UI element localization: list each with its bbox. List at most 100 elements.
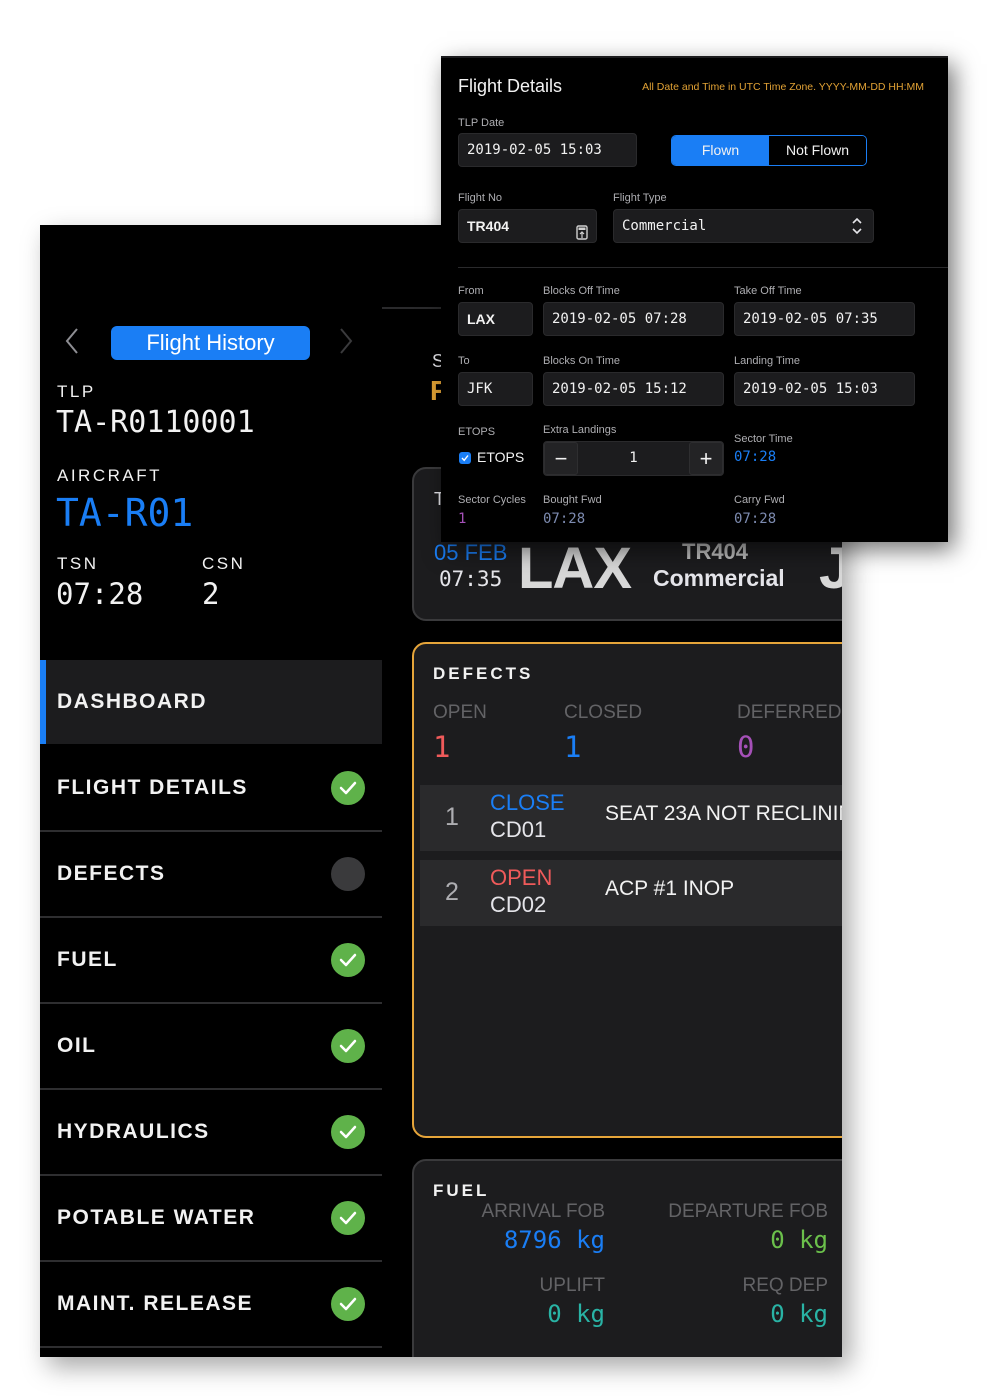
blocks-off-value: 2019-02-05 07:28	[552, 311, 687, 327]
from-value: LAX	[467, 311, 495, 327]
defect-status: OPEN	[490, 865, 553, 890]
to-value: JFK	[467, 381, 493, 397]
uplift-label: UPLIFT	[539, 1275, 605, 1296]
chevron-left-icon	[65, 328, 78, 354]
from-label: From	[458, 285, 484, 297]
deferred-label: DEFERRED	[737, 702, 842, 723]
chevron-up-down-icon	[851, 216, 863, 248]
fuel-card[interactable]: FUEL ARRIVAL FOB 8796 kg DEPARTURE FOB 0…	[412, 1159, 842, 1357]
etops-checkbox-label[interactable]: ETOPS	[477, 449, 524, 465]
check-circle-icon	[331, 771, 365, 805]
defect-row[interactable]: 1 CLOSE CD01 SEAT 23A NOT RECLINING	[420, 785, 842, 851]
flight-history-button[interactable]: Flight History	[111, 326, 310, 360]
defect-description: ACP #1 INOP	[605, 877, 735, 900]
sidebar-item-defects[interactable]: DEFECTS	[40, 832, 382, 918]
tlp-label: TLP	[57, 382, 96, 401]
tlp-date-value: 2019-02-05 15:03	[467, 142, 602, 158]
blocks-on-value: 2019-02-05 15:12	[552, 381, 687, 397]
departure-fob-label: DEPARTURE FOB	[668, 1201, 828, 1222]
flight-number: TR404	[682, 539, 749, 564]
flight-no-input[interactable]: TR404	[458, 209, 597, 243]
tsn-label: TSN	[57, 554, 99, 573]
sidebar-item-maint-release[interactable]: MAINT. RELEASE	[40, 1262, 382, 1348]
landing-input[interactable]: 2019-02-05 15:03	[734, 372, 915, 406]
defect-status: CLOSE	[490, 790, 565, 815]
bought-fwd-value: 07:28	[543, 511, 586, 527]
extra-landings-value[interactable]: 1	[578, 442, 689, 475]
req-dep-label: REQ DEP	[742, 1275, 828, 1296]
sidebar-item-label: OIL	[57, 1034, 97, 1057]
keypad-icon[interactable]	[576, 219, 588, 251]
take-off-label: Take Off Time	[734, 285, 802, 297]
flight-type-label: Flight Type	[613, 192, 667, 204]
timezone-note: All Date and Time in UTC Time Zone. YYYY…	[642, 81, 924, 93]
take-off-input[interactable]: 2019-02-05 07:35	[734, 302, 915, 336]
defects-title: DEFECTS	[433, 664, 534, 683]
flown-option[interactable]: Flown	[672, 136, 769, 165]
flight-type-select[interactable]: Commercial	[613, 209, 874, 243]
next-flight-button[interactable]	[338, 327, 358, 357]
sidebar-item-flight-details[interactable]: FLIGHT DETAILS	[40, 746, 382, 832]
etops-checkbox[interactable]	[459, 452, 471, 464]
pending-circle-icon	[331, 857, 365, 891]
flight-time: 07:35	[439, 567, 503, 591]
sidebar: Flight History TLP TA-R0110001 AIRCRAFT …	[40, 225, 382, 1357]
sector-time-value: 07:28	[734, 449, 777, 465]
sidebar-item-fuel[interactable]: FUEL	[40, 918, 382, 1004]
sidebar-item-label: HYDRAULICS	[57, 1120, 210, 1143]
sidebar-item-oil[interactable]: OIL	[40, 1004, 382, 1090]
etops-label: ETOPS	[458, 426, 496, 438]
defect-row[interactable]: 2 OPEN CD02 ACP #1 INOP	[420, 860, 842, 926]
blocks-off-input[interactable]: 2019-02-05 07:28	[543, 302, 724, 336]
blocks-on-label: Blocks On Time	[543, 355, 621, 367]
chevron-right-icon	[340, 328, 353, 354]
landing-value: 2019-02-05 15:03	[743, 381, 878, 397]
to-label: To	[458, 355, 470, 367]
closed-label: CLOSED	[564, 702, 643, 723]
flight-destination: J	[819, 536, 842, 601]
tlp-date-input[interactable]: 2019-02-05 15:03	[458, 133, 637, 167]
defect-code: CD01	[490, 817, 547, 842]
defect-index: 1	[445, 803, 459, 831]
check-circle-icon	[331, 1201, 365, 1235]
flown-status-segmented-control: Flown Not Flown	[671, 135, 867, 166]
defect-description: SEAT 23A NOT RECLINING	[605, 802, 842, 825]
open-count: 1	[433, 730, 451, 764]
extra-landings-stepper: − 1 +	[543, 441, 724, 476]
sidebar-item-label: POTABLE WATER	[57, 1206, 256, 1229]
check-circle-icon	[331, 1287, 365, 1321]
increment-button[interactable]: +	[689, 442, 723, 475]
sidebar-nav: DASHBOARD FLIGHT DETAILS DEFECTS FUEL OI…	[40, 660, 382, 1348]
bought-fwd-label: Bought Fwd	[543, 494, 602, 506]
arrival-fob-label: ARRIVAL FOB	[481, 1201, 605, 1222]
arrival-fob-value: 8796 kg	[503, 1226, 605, 1254]
blocks-on-input[interactable]: 2019-02-05 15:12	[543, 372, 724, 406]
check-circle-icon	[331, 1115, 365, 1149]
tsn-value: 07:28	[56, 577, 144, 611]
departure-fob-value: 0 kg	[770, 1226, 828, 1254]
sidebar-item-label: MAINT. RELEASE	[57, 1292, 254, 1315]
tlp-date-label: TLP Date	[458, 117, 505, 129]
deferred-count: 0	[737, 730, 755, 764]
defect-code: CD02	[490, 892, 547, 917]
not-flown-option[interactable]: Not Flown	[769, 136, 866, 165]
defect-index: 2	[445, 878, 459, 906]
sidebar-item-dashboard[interactable]: DASHBOARD	[40, 660, 382, 744]
flight-no-label: Flight No	[458, 192, 503, 204]
aircraft-label: AIRCRAFT	[57, 466, 162, 485]
sidebar-item-potable-water[interactable]: POTABLE WATER	[40, 1176, 382, 1262]
previous-flight-button[interactable]	[64, 327, 84, 357]
sidebar-item-hydraulics[interactable]: HYDRAULICS	[40, 1090, 382, 1176]
from-input[interactable]: LAX	[458, 302, 533, 336]
landing-label: Landing Time	[734, 355, 801, 367]
req-dep-value: 0 kg	[770, 1300, 828, 1328]
decrement-button[interactable]: −	[544, 442, 578, 475]
aircraft-value: TA-R01	[56, 491, 194, 535]
to-input[interactable]: JFK	[458, 372, 533, 406]
extra-landings-label: Extra Landings	[543, 424, 617, 436]
sidebar-item-label: DEFECTS	[57, 862, 166, 885]
flight-type: Commercial	[653, 565, 785, 591]
carry-fwd-label: Carry Fwd	[734, 494, 785, 506]
flight-origin: LAX	[518, 536, 632, 601]
flight-no-value: TR404	[467, 218, 510, 234]
